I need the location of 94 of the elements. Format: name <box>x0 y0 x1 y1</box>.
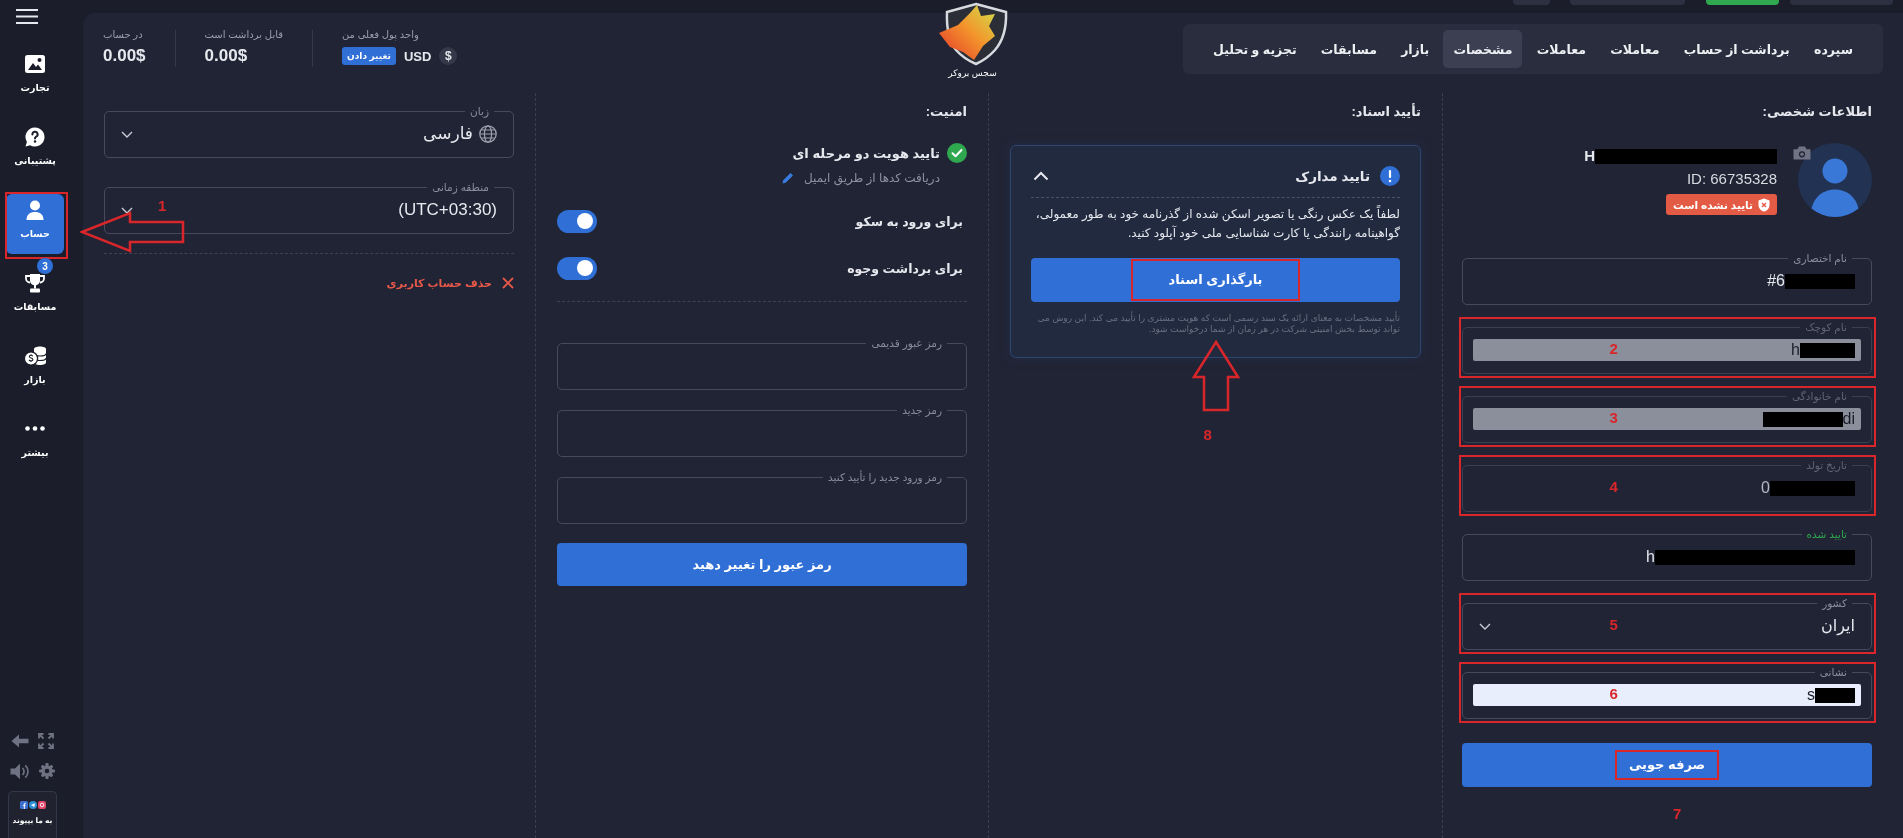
shield-x-icon <box>1758 197 1770 212</box>
account-id: ID: 66735328 <box>1686 170 1777 188</box>
delete-account-link[interactable]: حذف حساب کاربری <box>386 276 492 290</box>
chevron-down-icon <box>121 130 133 138</box>
logo-icon[interactable] <box>936 2 1009 66</box>
annotation-number: 8 <box>1203 426 1212 444</box>
user-icon <box>25 200 45 220</box>
field-label: زبان <box>469 104 490 118</box>
globe-icon <box>479 125 497 143</box>
setting-description: دریافت کدها از طریق ایمیل <box>804 171 940 185</box>
tab[interactable]: مسابقات <box>1310 30 1387 68</box>
change-currency-button[interactable]: تغییر دادن <box>342 47 396 65</box>
password-field[interactable]: رمز ورود جدید را تأیید کنید <box>557 470 967 524</box>
field-label: رمز عبور قدیمی <box>870 336 943 350</box>
field-label: نشانی <box>1818 665 1848 679</box>
chevron-down-icon <box>1479 622 1491 630</box>
toggle-switch[interactable] <box>557 209 597 233</box>
toggle-label: برای برداشت وجوه <box>847 260 963 276</box>
annotation-number: 2 <box>1609 340 1618 358</box>
tab[interactable]: معاملات <box>1526 30 1596 68</box>
fullscreen-icon[interactable] <box>38 733 54 749</box>
redaction-bar <box>1815 687 1855 703</box>
camera-icon[interactable] <box>1793 146 1811 160</box>
more-dots-icon <box>25 426 45 431</box>
avatar-icon <box>1798 143 1872 217</box>
balance-label: واحد پول فعلی من <box>342 28 419 42</box>
field-label: نام اختصاری <box>1792 251 1848 265</box>
field-label: نام خانوادگی <box>1791 389 1848 403</box>
profile-name: H <box>1584 148 1595 164</box>
field-label: تایید شده <box>1805 527 1848 541</box>
sidebar-item[interactable]: بازار <box>6 340 64 400</box>
balance-label: در حساب <box>103 28 143 42</box>
trophy-icon <box>24 273 46 293</box>
annotation-number: 4 <box>1609 478 1618 496</box>
chevron-down-icon <box>121 206 133 214</box>
tab[interactable]: برداشت از حساب <box>1673 30 1800 68</box>
balance-amount: 0.00$ <box>103 46 146 66</box>
social-media-icon[interactable] <box>28 801 37 809</box>
toggle-label: برای ورود به سکو <box>855 213 963 229</box>
tab[interactable]: معاملات <box>1600 30 1670 68</box>
card-title: تایید مدارک <box>1295 168 1370 184</box>
help-icon <box>25 127 45 147</box>
alert-icon <box>1380 166 1400 186</box>
balance-amount: 0.00$ <box>204 46 248 66</box>
social-media-icon[interactable] <box>19 801 28 809</box>
field-label: منطقه زمانی <box>431 180 490 194</box>
section-title: امنیت: <box>924 103 967 121</box>
setting-title: تایید هویت دو مرحله ای <box>792 145 940 161</box>
sidebar-item[interactable]: تجارت <box>6 48 64 108</box>
field-label: تاریخ تولد <box>1805 458 1848 472</box>
speaker-icon[interactable] <box>10 762 30 780</box>
currency-code: USD <box>403 48 432 64</box>
annotation-number: 3 <box>1609 409 1618 427</box>
settings-icon[interactable] <box>39 763 55 779</box>
field-label: رمز جدید <box>901 403 943 417</box>
sidebar-item[interactable]: بیشتر <box>6 413 64 473</box>
currency-symbol: $ <box>439 47 458 65</box>
sidebar-item[interactable]: پشتیبانی <box>6 121 64 181</box>
field-label: رمز ورود جدید را تأیید کنید <box>827 470 943 484</box>
logo-text: سجس بروکر <box>948 67 997 79</box>
redaction-bar <box>1800 342 1855 358</box>
annotation-frame <box>5 192 68 259</box>
cross-icon <box>502 277 514 289</box>
tab[interactable]: بازار <box>1391 30 1440 68</box>
section-title: اطلاعات شخصی: <box>1761 103 1872 121</box>
count-badge: 3 <box>37 258 53 274</box>
tab[interactable]: سپرده <box>1804 30 1863 68</box>
section-title: تأیید اسناد: <box>1350 102 1421 121</box>
field-label: نام کوچک <box>1804 320 1848 334</box>
annotation-number: 5 <box>1609 616 1618 634</box>
card-message: لطفاً یک عکس رنگی یا تصویر اسکن شده از گذرنامه خود به طور معمولی، گواهینامه رانندگی یا کارت شناسایی ملی خود آپلود کنید. <box>1034 205 1400 243</box>
image-icon <box>25 55 45 73</box>
upload-button[interactable]: بارگذاری اسناد <box>1031 258 1400 302</box>
menu-icon[interactable] <box>16 9 38 24</box>
tab[interactable]: تجزیه و تحلیل <box>1203 30 1307 68</box>
save-button[interactable]: صرفه جویی <box>1462 743 1872 787</box>
caret-up-icon[interactable] <box>1033 171 1049 181</box>
annotation-number: 1 <box>158 197 167 215</box>
toggle-switch[interactable] <box>557 256 597 280</box>
card-note: تأیید مشخصات به معنای ارائه یک سند رسمی است که هویت مشتری را تأیید می کند. این روش می تواند توسط بخش امنیتی شرکت در هر زمان از شما درخواست شود. <box>1036 313 1400 335</box>
annotation-number: 7 <box>1673 805 1682 823</box>
change-password-button[interactable]: رمز عبور را تغییر دهید <box>557 543 967 586</box>
balance-label: قابل برداشت است <box>204 28 283 42</box>
pencil-icon[interactable] <box>782 172 795 184</box>
sidebar-item[interactable]: حساب <box>6 194 64 254</box>
field-label: کشور <box>1820 596 1848 610</box>
coins-icon <box>24 346 46 366</box>
redaction-bar <box>1785 273 1855 289</box>
select-field[interactable]: زبان فارسی <box>104 104 514 158</box>
annotation-number: 6 <box>1609 685 1618 703</box>
social-media-icon[interactable] <box>37 801 46 809</box>
tab[interactable]: مشخصات <box>1443 30 1523 68</box>
arrow-left-icon[interactable] <box>11 734 29 748</box>
status-label: تایید نشده است <box>1673 198 1753 211</box>
